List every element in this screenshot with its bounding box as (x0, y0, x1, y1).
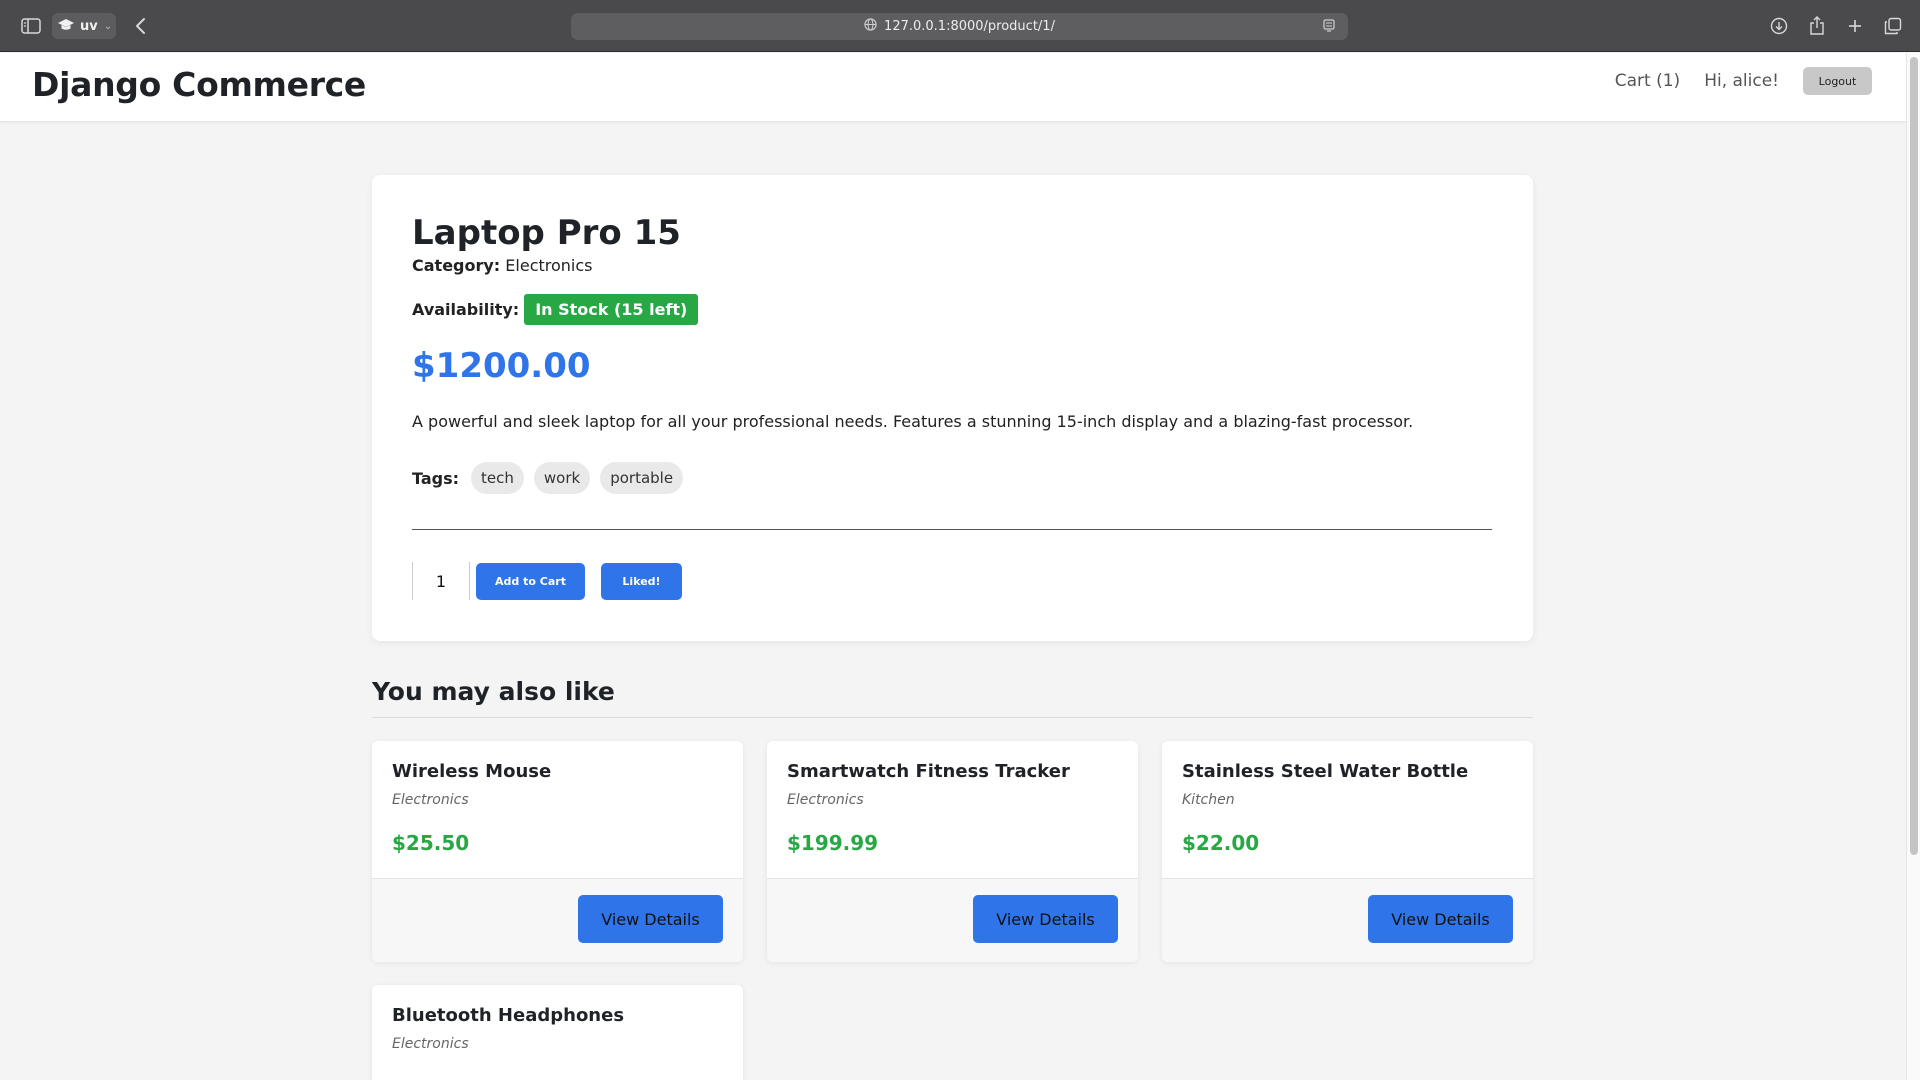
related-product-card: Bluetooth Headphones Electronics (372, 985, 743, 1080)
related-product-price: $25.50 (392, 831, 470, 855)
related-product-card: Stainless Steel Water Bottle Kitchen $22… (1162, 741, 1533, 962)
view-details-button[interactable]: View Details (1368, 895, 1513, 943)
page-scrollbar[interactable] (1906, 53, 1920, 1080)
back-icon[interactable] (130, 14, 150, 38)
tag-chip[interactable]: tech (471, 462, 524, 494)
cart-link[interactable]: Cart (1) (1615, 71, 1680, 91)
logout-button[interactable]: Logout (1803, 67, 1872, 95)
product-detail-card: Laptop Pro 15 Category: Electronics Avai… (372, 175, 1533, 641)
divider (412, 529, 1492, 530)
quantity-input[interactable] (412, 562, 470, 600)
view-details-button[interactable]: View Details (973, 895, 1118, 943)
related-product-price: $199.99 (787, 831, 879, 855)
related-product-card: Smartwatch Fitness Tracker Electronics $… (767, 741, 1138, 962)
share-icon[interactable] (1806, 14, 1828, 38)
card-footer: View Details (767, 878, 1138, 962)
product-title: Laptop Pro 15 (412, 213, 681, 253)
related-product-name: Smartwatch Fitness Tracker (787, 761, 1070, 782)
product-category: Category: Electronics (412, 256, 593, 275)
site-nav: Cart (1) Hi, alice! Logout (1615, 67, 1872, 95)
related-product-category: Electronics (787, 792, 864, 808)
reader-icon[interactable] (1322, 18, 1336, 38)
site-header: Django Commerce Cart (1) Hi, alice! Logo… (0, 53, 1906, 122)
related-product-card: Wireless Mouse Electronics $25.50 View D… (372, 741, 743, 962)
related-product-name: Bluetooth Headphones (392, 1005, 625, 1026)
plus-icon[interactable] (1844, 14, 1866, 38)
like-button[interactable]: Liked! (601, 562, 682, 600)
add-to-cart-button[interactable]: Add to Cart (476, 562, 585, 600)
related-product-category: Electronics (392, 792, 469, 808)
tabs-icon[interactable] (1882, 14, 1904, 38)
product-description: A powerful and sleek laptop for all your… (412, 412, 1414, 431)
browser-toolbar: uv ⌄ 127.0.0.1:8000/product/1/ (0, 0, 1920, 52)
stock-badge: In Stock (15 left) (524, 294, 699, 325)
url-text: 127.0.0.1:8000/product/1/ (884, 19, 1055, 34)
globe-icon (864, 18, 877, 35)
card-footer: View Details (1162, 878, 1533, 962)
view-details-button[interactable]: View Details (578, 895, 723, 943)
profile-name: uv (80, 18, 98, 34)
tag-chip[interactable]: portable (600, 462, 684, 494)
related-product-name: Stainless Steel Water Bottle (1182, 761, 1469, 782)
related-product-category: Electronics (392, 1036, 469, 1052)
category-value: Electronics (505, 256, 593, 275)
availability-row: Availability: In Stock (15 left) (412, 294, 699, 325)
tag-chip[interactable]: work (533, 462, 591, 494)
download-icon[interactable] (1768, 14, 1790, 38)
divider (372, 717, 1533, 718)
availability-label: Availability: (412, 300, 520, 319)
product-tags: Tags: tech work portable (412, 462, 684, 494)
category-label: Category: (412, 256, 501, 275)
chevron-down-icon: ⌄ (103, 20, 113, 32)
address-bar[interactable]: 127.0.0.1:8000/product/1/ (571, 13, 1348, 40)
user-greeting[interactable]: Hi, alice! (1704, 71, 1779, 91)
sidebar-icon[interactable] (20, 14, 42, 38)
profile-switcher[interactable]: uv ⌄ (52, 13, 116, 39)
site-brand[interactable]: Django Commerce (32, 65, 366, 104)
purchase-actions: Add to Cart Liked! (412, 562, 682, 600)
related-heading: You may also like (372, 677, 615, 706)
tags-label: Tags: (412, 468, 460, 488)
graduation-cap-icon (58, 17, 74, 36)
related-product-name: Wireless Mouse (392, 761, 552, 782)
related-product-category: Kitchen (1182, 792, 1235, 808)
card-footer: View Details (372, 878, 743, 962)
product-price: $1200.00 (412, 346, 591, 386)
related-product-price: $22.00 (1182, 831, 1260, 855)
scrollbar-thumb[interactable] (1910, 57, 1918, 855)
